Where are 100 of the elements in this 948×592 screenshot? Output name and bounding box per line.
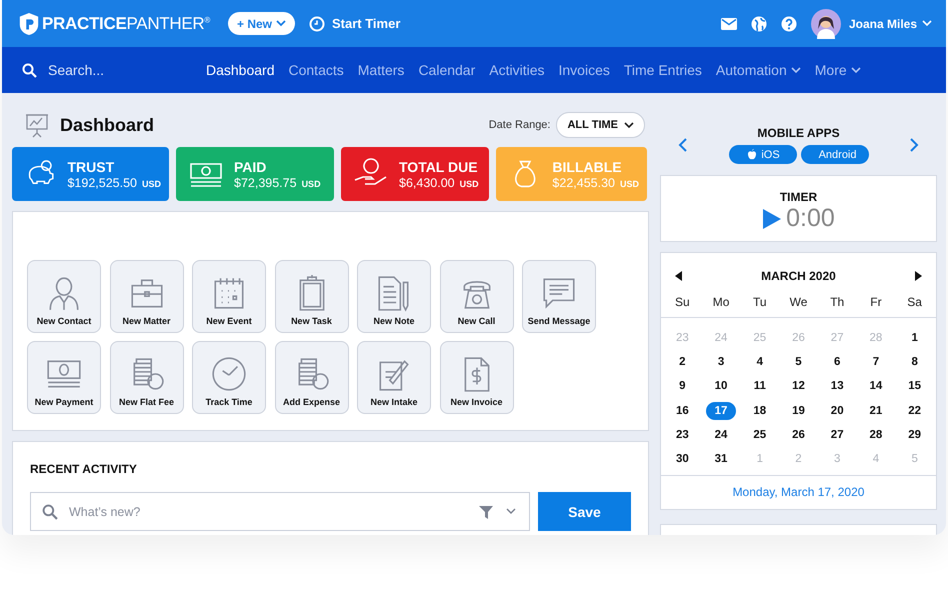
logo[interactable]: PRACTICEPANTHER$^{®}$: [42, 14, 210, 34]
calendar-day[interactable]: 21: [864, 402, 888, 420]
quick-action-tile[interactable]: Add Expense: [274, 341, 348, 414]
calendar-day[interactable]: 30: [670, 450, 695, 468]
calendar-day[interactable]: 9: [673, 377, 692, 396]
nav-tab[interactable]: Activities: [489, 62, 544, 78]
mail-icon[interactable]: [720, 18, 737, 30]
previous-icon[interactable]: [678, 138, 688, 152]
calendar-day[interactable]: 31: [708, 450, 734, 468]
user-menu[interactable]: Joana Miles: [848, 16, 932, 30]
search-field[interactable]: Search...: [46, 61, 170, 79]
quick-action-tile[interactable]: New Payment: [27, 341, 101, 414]
nav-tab[interactable]: More: [814, 62, 861, 78]
stat-label: PAID: [234, 158, 268, 174]
currency-label: USD: [460, 178, 479, 188]
stat-amount: $192,525.50: [67, 176, 137, 190]
section-title: TIMER: [780, 190, 818, 204]
quick-action-tile[interactable]: New Invoice: [440, 341, 514, 414]
nav-tab[interactable]: Matters: [358, 62, 404, 78]
help-icon[interactable]: [780, 16, 797, 32]
calendar-day[interactable]: 11: [748, 377, 772, 396]
clock-icon: [309, 16, 325, 32]
calendar-day[interactable]: 16: [670, 402, 695, 420]
quick-action-tile[interactable]: New Matter: [110, 260, 184, 333]
calendar-day[interactable]: 10: [708, 377, 734, 396]
date-range-label: Date Range:: [488, 119, 550, 131]
nav-tab[interactable]: Dashboard: [206, 62, 274, 78]
app-store-button[interactable]: Android: [800, 145, 868, 164]
weekday-label: Su: [674, 295, 691, 309]
calendar-day[interactable]: 17: [706, 402, 736, 420]
next-icon[interactable]: [909, 138, 919, 152]
weekday-label: Mo: [712, 295, 730, 309]
quick-action-tile[interactable]: Send Message: [522, 260, 596, 333]
stat-amount: $22,455.30: [552, 176, 615, 190]
calendar-day[interactable]: 28: [864, 426, 888, 444]
currency-label: USD: [302, 178, 321, 188]
calendar-day[interactable]: 24: [708, 426, 734, 444]
stat-card[interactable]: TOTAL DUE $6,430.00 USD: [341, 147, 489, 201]
nav-tab[interactable]: Automation: [716, 62, 801, 78]
quick-action-tile[interactable]: New Contact: [27, 260, 101, 333]
weekday-label: Tu: [752, 295, 768, 309]
save-button[interactable]: Save: [538, 492, 631, 531]
calendar-day[interactable]: 3: [712, 353, 730, 372]
calendar-day[interactable]: 8: [905, 353, 924, 372]
currency-label: USD: [142, 178, 161, 188]
calendar-day[interactable]: 5: [789, 353, 808, 372]
calendar-day[interactable]: 27: [824, 426, 850, 444]
calendar-day[interactable]: 12: [786, 377, 811, 396]
nav-tab[interactable]: Contacts: [288, 62, 344, 78]
stat-amount: $6,430.00: [399, 176, 455, 190]
search-icon: [42, 504, 58, 520]
quick-action-tile[interactable]: Track Time: [192, 341, 266, 414]
calendar-day[interactable]: 19: [786, 402, 811, 420]
month-title: MARCH 2020: [761, 269, 836, 283]
section-title: RECENT ACTIVITY: [30, 462, 137, 476]
quick-action-tile[interactable]: New Call: [440, 260, 514, 333]
previous-month-icon[interactable]: [675, 271, 682, 281]
new-button[interactable]: + New: [228, 12, 295, 35]
stat-label: TRUST: [67, 158, 116, 174]
calendar-day[interactable]: 23: [670, 426, 695, 444]
avatar[interactable]: [810, 8, 841, 38]
globe-icon[interactable]: [750, 16, 767, 32]
nav-tab[interactable]: Calendar: [418, 62, 476, 78]
quick-action-tile[interactable]: New Task: [274, 260, 348, 333]
quick-action-tile[interactable]: New Intake: [357, 341, 431, 414]
stat-label: BILLABLE: [552, 158, 623, 174]
calendar-day[interactable]: 22: [902, 402, 928, 420]
activity-input[interactable]: What’s new?: [30, 492, 530, 531]
weekday-label: We: [788, 295, 808, 309]
calendar-day[interactable]: 18: [747, 402, 772, 420]
calendar-day[interactable]: 2: [673, 353, 692, 372]
selected-date[interactable]: Monday, March 17, 2020: [732, 485, 864, 500]
nav-tab[interactable]: Invoices: [558, 62, 610, 78]
caret-icon[interactable]: [506, 508, 516, 515]
quick-action-tile[interactable]: New Flat Fee: [110, 341, 184, 414]
date-range-dropdown[interactable]: ALL TIME: [556, 112, 645, 138]
section-title: MOBILE APPS: [757, 126, 840, 140]
play-icon[interactable]: [762, 208, 782, 230]
calendar-day[interactable]: 15: [902, 377, 928, 396]
calendar-day[interactable]: 20: [824, 402, 850, 420]
next-month-icon[interactable]: [914, 271, 922, 281]
currency-label: USD: [620, 178, 639, 188]
calendar-day[interactable]: 14: [864, 377, 888, 396]
stat-card[interactable]: TRUST $192,525.50 USD: [12, 147, 169, 201]
calendar-day[interactable]: 25: [747, 426, 772, 444]
search-icon[interactable]: [22, 62, 37, 78]
calendar-day[interactable]: 26: [786, 426, 811, 444]
start-timer-button[interactable]: Start Timer: [309, 16, 400, 32]
filter-icon[interactable]: [478, 504, 494, 520]
quick-action-tile[interactable]: New Event: [192, 260, 266, 333]
calendar-day[interactable]: 6: [828, 353, 846, 372]
app-store-button[interactable]: iOS: [728, 145, 796, 164]
calendar-day[interactable]: 13: [824, 377, 850, 396]
quick-action-tile[interactable]: New Note: [357, 260, 431, 333]
nav-tab[interactable]: Time Entries: [624, 62, 702, 78]
calendar-day[interactable]: 4: [750, 353, 769, 372]
calendar-day[interactable]: 1: [905, 329, 924, 348]
calendar-day[interactable]: 29: [902, 426, 928, 444]
calendar-day[interactable]: 7: [866, 353, 886, 372]
stat-amount: $72,395.75: [234, 176, 297, 190]
